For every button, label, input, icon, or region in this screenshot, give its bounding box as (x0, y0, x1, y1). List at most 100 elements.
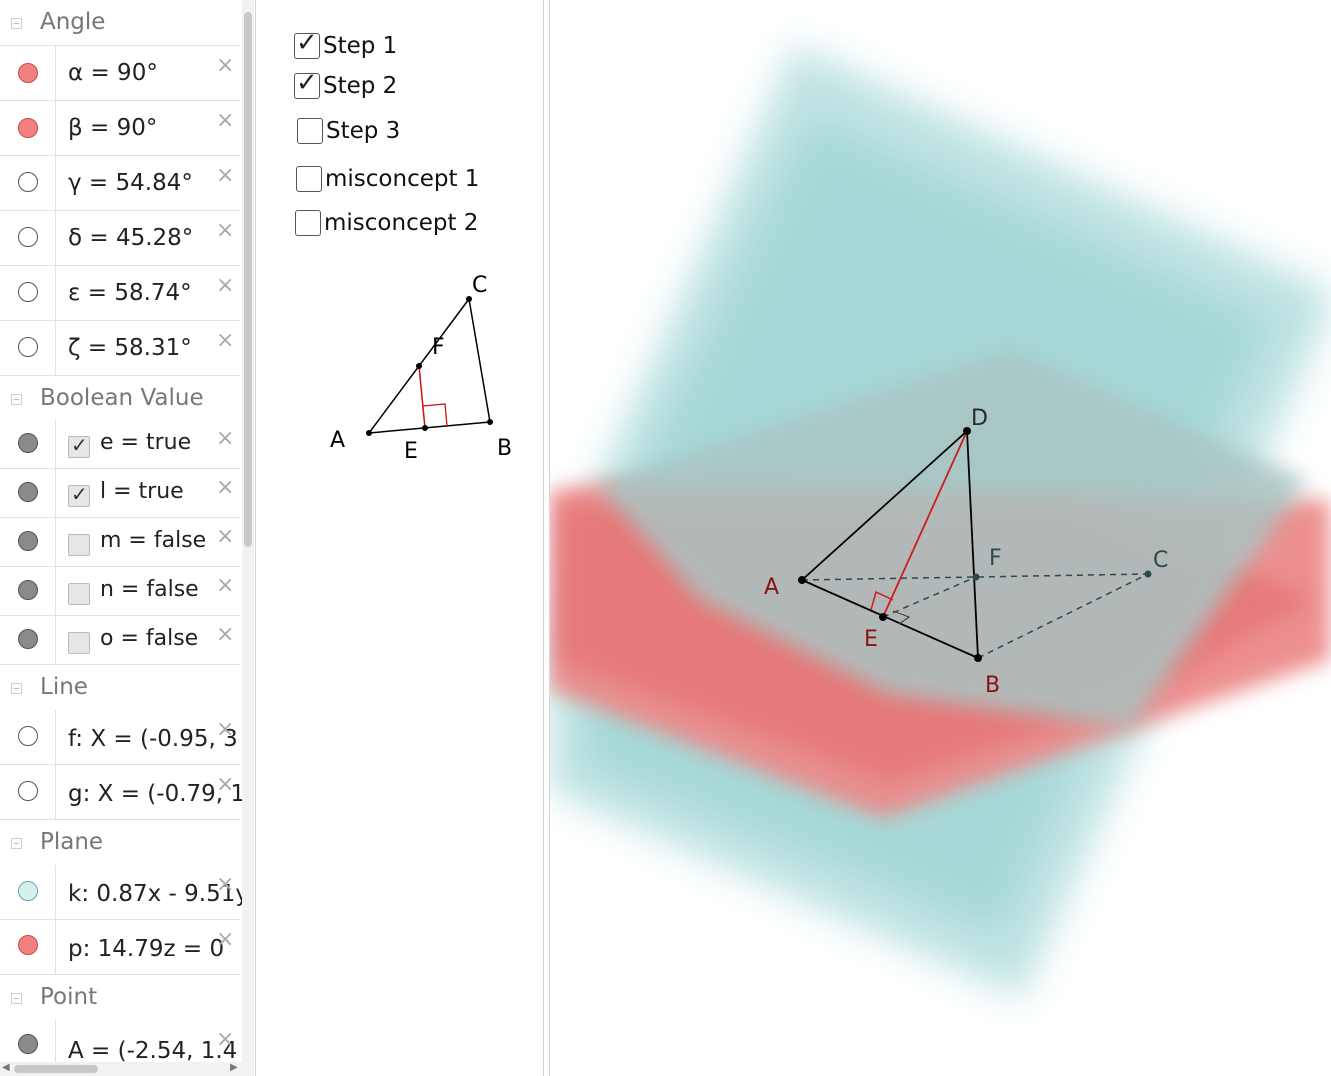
checkbox-label[interactable]: misconcept 1 (325, 166, 479, 192)
algebra-row-plane-p[interactable]: p: 14.79z = 0 × (0, 920, 240, 975)
visibility-toggle-icon[interactable] (18, 172, 38, 192)
visibility-toggle-icon[interactable] (18, 580, 38, 600)
group-header-boolean-value[interactable]: Boolean Value (0, 376, 240, 422)
delete-icon[interactable]: × (216, 573, 234, 598)
boolean-checkbox[interactable] (68, 583, 90, 605)
checkbox-label[interactable]: misconcept 2 (324, 210, 478, 236)
point-b[interactable] (487, 419, 493, 425)
scroll-left-icon[interactable]: ◀ (2, 1062, 10, 1073)
algebra-expression[interactable]: δ = 45.28° (68, 225, 193, 251)
scrollbar-thumb[interactable] (14, 1065, 98, 1073)
visibility-toggle-icon[interactable] (18, 337, 38, 357)
checkbox-label[interactable]: Step 2 (323, 73, 397, 99)
delete-icon[interactable]: × (216, 927, 234, 952)
algebra-row-gamma[interactable]: γ = 54.84° × (0, 156, 240, 211)
algebra-expression[interactable]: e = true (100, 430, 191, 455)
checkbox-box[interactable] (295, 210, 321, 236)
point-a[interactable] (366, 430, 372, 436)
algebra-expression[interactable]: ζ = 58.31° (68, 335, 192, 361)
algebra-expression[interactable]: A = (-2.54, 1.4 (68, 1038, 237, 1064)
checkbox-box[interactable] (297, 118, 323, 144)
algebra-row-delta[interactable]: δ = 45.28° × (0, 211, 240, 266)
delete-icon[interactable]: × (216, 1027, 234, 1052)
delete-icon[interactable]: × (216, 622, 234, 647)
delete-icon[interactable]: × (216, 53, 234, 78)
point-e[interactable] (879, 613, 887, 621)
delete-icon[interactable]: × (216, 772, 234, 797)
scroll-right-icon[interactable]: ▶ (230, 1062, 238, 1073)
visibility-toggle-icon[interactable] (18, 482, 38, 502)
algebra-expression[interactable]: α = 90° (68, 60, 158, 86)
delete-icon[interactable]: × (216, 524, 234, 549)
visibility-toggle-icon[interactable] (18, 726, 38, 746)
algebra-expression[interactable]: ε = 58.74° (68, 280, 192, 306)
delete-icon[interactable]: × (216, 475, 234, 500)
checkbox-box[interactable]: ✓ (294, 28, 320, 59)
graphics-3d-canvas[interactable]: A D B E F C (550, 0, 1331, 1076)
checkbox-box[interactable] (296, 166, 322, 192)
algebra-expression[interactable]: β = 90° (68, 115, 157, 141)
algebra-row-epsilon[interactable]: ε = 58.74° × (0, 266, 240, 321)
point-e[interactable] (422, 425, 428, 431)
collapse-icon[interactable] (11, 838, 22, 849)
delete-icon[interactable]: × (216, 328, 234, 353)
boolean-checkbox[interactable] (68, 534, 90, 556)
algebra-expression[interactable]: p: 14.79z = 0 (68, 936, 224, 962)
collapse-icon[interactable] (11, 394, 22, 405)
visibility-toggle-icon[interactable] (18, 63, 38, 83)
visibility-toggle-icon[interactable] (18, 433, 38, 453)
boolean-checkbox[interactable] (68, 632, 90, 654)
checkbox-misconcept-2[interactable]: misconcept 2 (295, 210, 478, 236)
algebra-vertical-scrollbar[interactable] (242, 0, 254, 1076)
point-f[interactable] (972, 573, 980, 581)
collapse-icon[interactable] (11, 993, 22, 1004)
algebra-expression[interactable]: n = false (100, 577, 199, 602)
algebra-row-plane-k[interactable]: k: 0.87x - 9.51y × (0, 865, 249, 920)
boolean-checkbox[interactable]: ✓ (68, 482, 90, 507)
algebra-row-boolean-m[interactable]: m = false × (0, 518, 240, 567)
group-header-angle[interactable]: Angle (0, 0, 240, 46)
algebra-row-line-f[interactable]: f: X = (-0.95, 3 × (0, 710, 240, 765)
delete-icon[interactable]: × (216, 426, 234, 451)
visibility-toggle-icon[interactable] (18, 935, 38, 955)
collapse-icon[interactable] (11, 18, 22, 29)
view-divider[interactable] (543, 0, 544, 1076)
scrollbar-thumb[interactable] (244, 12, 252, 547)
checkbox-label[interactable]: Step 3 (326, 118, 400, 144)
delete-icon[interactable]: × (216, 717, 234, 742)
algebra-row-boolean-o[interactable]: o = false × (0, 616, 240, 665)
checkbox-step-1[interactable]: ✓ Step 1 (294, 28, 397, 59)
visibility-toggle-icon[interactable] (18, 629, 38, 649)
point-a[interactable] (798, 576, 806, 584)
graphics-2d-view[interactable]: ✓ Step 1 ✓ Step 2 Step 3 misconcept 1 mi… (262, 0, 544, 1076)
checkbox-step-2[interactable]: ✓ Step 2 (294, 68, 397, 99)
algebra-expression[interactable]: γ = 54.84° (68, 170, 193, 196)
algebra-expression[interactable]: o = false (100, 626, 198, 651)
algebra-row-alpha[interactable]: α = 90° × (0, 46, 240, 101)
algebra-row-beta[interactable]: β = 90° × (0, 101, 240, 156)
checkbox-label[interactable]: Step 1 (323, 33, 397, 59)
algebra-expression[interactable]: f: X = (-0.95, 3 (68, 726, 238, 752)
point-f[interactable] (416, 363, 422, 369)
delete-icon[interactable]: × (216, 163, 234, 188)
visibility-toggle-icon[interactable] (18, 531, 38, 551)
algebra-expression[interactable]: l = true (100, 479, 184, 504)
delete-icon[interactable]: × (216, 108, 234, 133)
group-header-plane[interactable]: Plane (0, 820, 240, 866)
visibility-toggle-icon[interactable] (18, 118, 38, 138)
visibility-toggle-icon[interactable] (18, 227, 38, 247)
visibility-toggle-icon[interactable] (18, 881, 38, 901)
algebra-row-boolean-n[interactable]: n = false × (0, 567, 240, 616)
checkbox-misconcept-1[interactable]: misconcept 1 (296, 166, 479, 192)
checkbox-box[interactable]: ✓ (294, 68, 320, 99)
algebra-row-boolean-l[interactable]: ✓ l = true × (0, 469, 240, 518)
group-header-line[interactable]: Line (0, 665, 240, 711)
algebra-expression[interactable]: m = false (100, 528, 206, 553)
group-header-point[interactable]: Point (0, 975, 240, 1021)
graphics-3d-view[interactable]: A D B E F C (550, 0, 1331, 1076)
point-b[interactable] (974, 654, 982, 662)
visibility-toggle-icon[interactable] (18, 1034, 38, 1054)
checkbox-step-3[interactable]: Step 3 (297, 118, 400, 144)
collapse-icon[interactable] (11, 683, 22, 694)
algebra-row-boolean-e[interactable]: ✓ e = true × (0, 420, 240, 469)
